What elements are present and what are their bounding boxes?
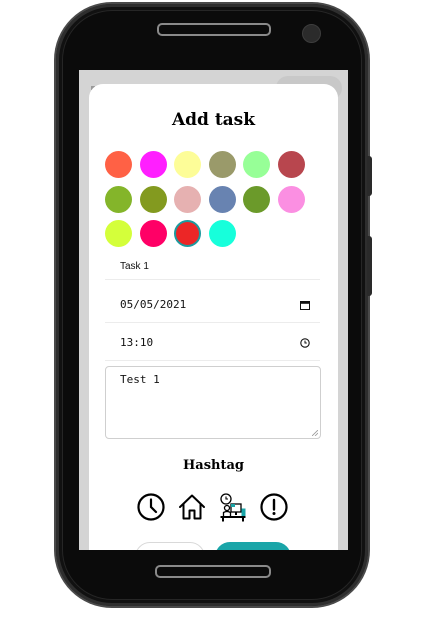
work-desk-icon[interactable] <box>218 492 248 522</box>
alert-icon[interactable] <box>259 492 289 522</box>
cancel-button[interactable] <box>135 542 205 550</box>
clock-small-icon[interactable] <box>300 338 310 348</box>
color-swatch-color-1[interactable] <box>105 151 132 178</box>
color-swatch-color-4[interactable] <box>208 151 236 178</box>
calendar-icon[interactable] <box>300 300 310 310</box>
time-value: 13:10 <box>120 336 154 349</box>
add-task-button[interactable] <box>215 542 291 550</box>
color-swatch-color-2[interactable] <box>139 151 167 178</box>
color-swatch-color-8[interactable] <box>139 185 167 213</box>
home-icon[interactable] <box>177 492 207 522</box>
color-swatch-color-7[interactable] <box>105 185 132 213</box>
front-camera <box>302 24 321 43</box>
color-swatch-color-13[interactable] <box>105 220 132 247</box>
color-swatch-color-14[interactable] <box>139 220 167 247</box>
dialog-title: Add task <box>171 110 256 130</box>
date-input[interactable]: 05/05/2021 <box>105 287 320 323</box>
power-button <box>367 236 372 296</box>
date-value: 05/05/2021 <box>120 298 187 311</box>
color-swatch-color-16[interactable] <box>208 220 236 247</box>
clock-icon[interactable] <box>136 492 166 522</box>
volume-button <box>367 156 372 196</box>
description-textarea[interactable]: Test 1 <box>105 366 321 439</box>
color-swatch-color-11[interactable] <box>243 185 270 213</box>
color-swatch-color-5[interactable] <box>243 151 270 178</box>
color-swatch-color-3[interactable] <box>174 151 201 178</box>
color-swatch-color-6[interactable] <box>277 151 305 178</box>
description-value: Test 1 <box>120 373 160 386</box>
color-swatch-color-9[interactable] <box>174 185 201 213</box>
color-swatch-color-12[interactable] <box>277 185 305 213</box>
hashtag-title: Hashtag <box>183 458 244 473</box>
top-speaker <box>157 23 271 36</box>
bottom-speaker <box>155 565 271 578</box>
time-input[interactable]: 13:10 <box>105 325 320 361</box>
phone-screen: Add task Task 1 05/05/2021 13:10 Test 1 … <box>79 70 348 550</box>
color-swatch-color-10[interactable] <box>208 185 236 213</box>
task-name-input[interactable]: Task 1 <box>105 254 320 280</box>
resize-grip-icon[interactable] <box>312 430 318 436</box>
add-task-dialog: Add task Task 1 05/05/2021 13:10 Test 1 … <box>89 84 338 550</box>
color-swatch-color-15[interactable] <box>174 220 201 247</box>
